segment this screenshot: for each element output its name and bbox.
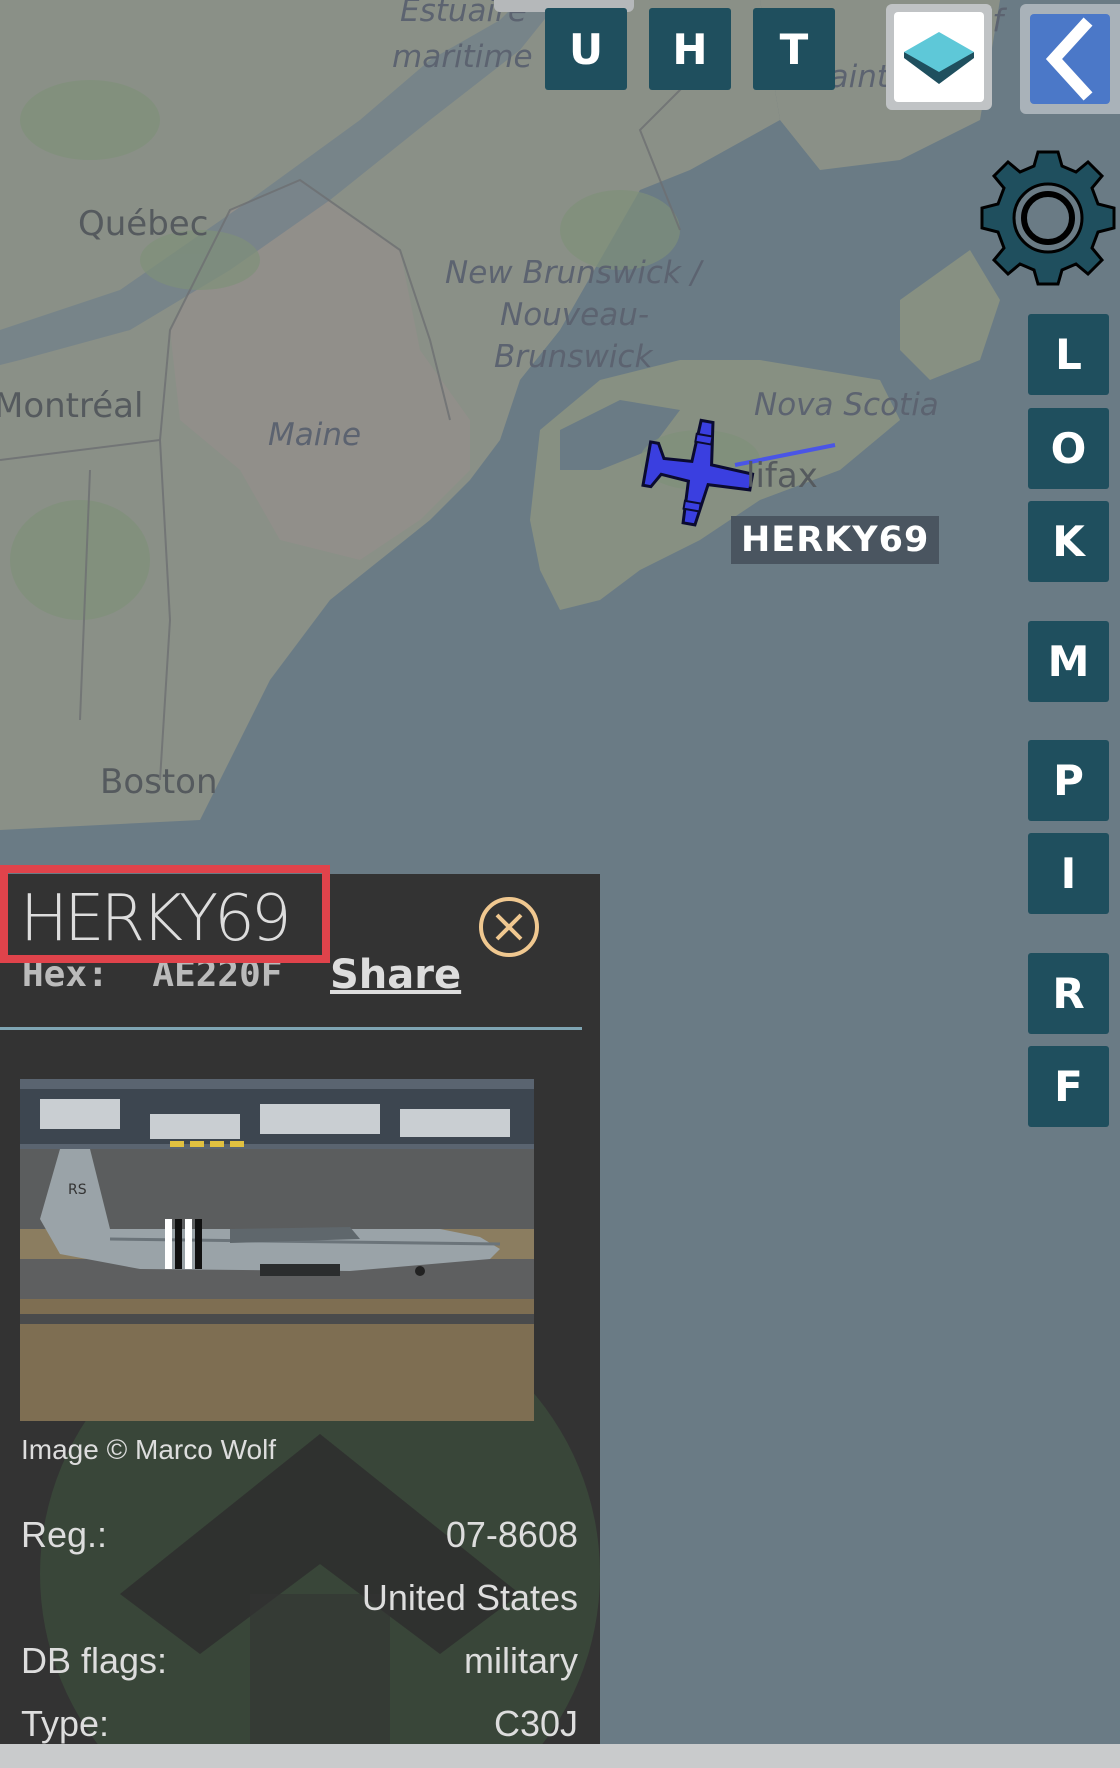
type-value: C30J (493, 1703, 578, 1744)
type-label: Type: (21, 1703, 110, 1744)
country-value: United States (361, 1577, 578, 1618)
collapse-sidebar-button[interactable] (1020, 4, 1120, 114)
aircraft-info-panel: HERKY69 Hex: AE220F Share RS Image © Mar… (0, 874, 600, 1768)
chevron-left-icon (1045, 17, 1093, 101)
toggle-p-button[interactable]: P (1028, 740, 1109, 821)
close-icon[interactable] (478, 896, 540, 958)
toggle-i-button[interactable]: I (1028, 833, 1109, 914)
reg-label: Reg.: (21, 1514, 108, 1555)
layers-icon (904, 32, 974, 84)
image-credit: Image © Marco Wolf (21, 1434, 277, 1465)
map-label-nova-scotia: Nova Scotia (754, 387, 939, 423)
map-label-quebec: Québec (78, 204, 209, 244)
toggle-m-button[interactable]: M (1028, 621, 1109, 702)
map-label-halifax: lifax (746, 456, 818, 496)
map-label-new-brunswick-1: New Brunswick / (445, 255, 702, 291)
settings-gear-icon[interactable] (976, 148, 1120, 288)
toggle-t-button[interactable]: T (753, 8, 835, 90)
map-label-new-brunswick-2: Nouveau- (500, 297, 650, 333)
panel-divider (0, 1027, 582, 1030)
map-label-montreal: Montréal (0, 386, 144, 426)
db-flags-label: DB flags: (21, 1640, 168, 1681)
callsign-highlight-box (0, 865, 330, 963)
db-flags-value: military (464, 1640, 578, 1681)
aircraft-callsign-label[interactable]: HERKY69 (731, 516, 940, 564)
bottom-bar (0, 1744, 1120, 1768)
map-label-maine: Maine (268, 417, 362, 453)
map-label-new-brunswick-3: Brunswick (494, 339, 653, 375)
toggle-k-button[interactable]: K (1028, 501, 1109, 582)
aircraft-photo[interactable]: RS (20, 1079, 534, 1421)
toggle-o-button[interactable]: O (1028, 408, 1109, 489)
toggle-r-button[interactable]: R (1028, 953, 1109, 1034)
tail-marking: RS (68, 1182, 87, 1198)
toggle-f-button[interactable]: F (1028, 1046, 1109, 1127)
toggle-u-button[interactable]: U (545, 8, 627, 90)
map-label-maritime: maritime (392, 39, 533, 75)
reg-value: 07-8608 (445, 1514, 578, 1555)
toggle-l-button[interactable]: L (1028, 314, 1109, 395)
toggle-h-button[interactable]: H (649, 8, 731, 90)
map-label-boston: Boston (100, 762, 218, 802)
share-link[interactable]: Share (330, 952, 461, 998)
layers-button[interactable] (886, 4, 992, 110)
